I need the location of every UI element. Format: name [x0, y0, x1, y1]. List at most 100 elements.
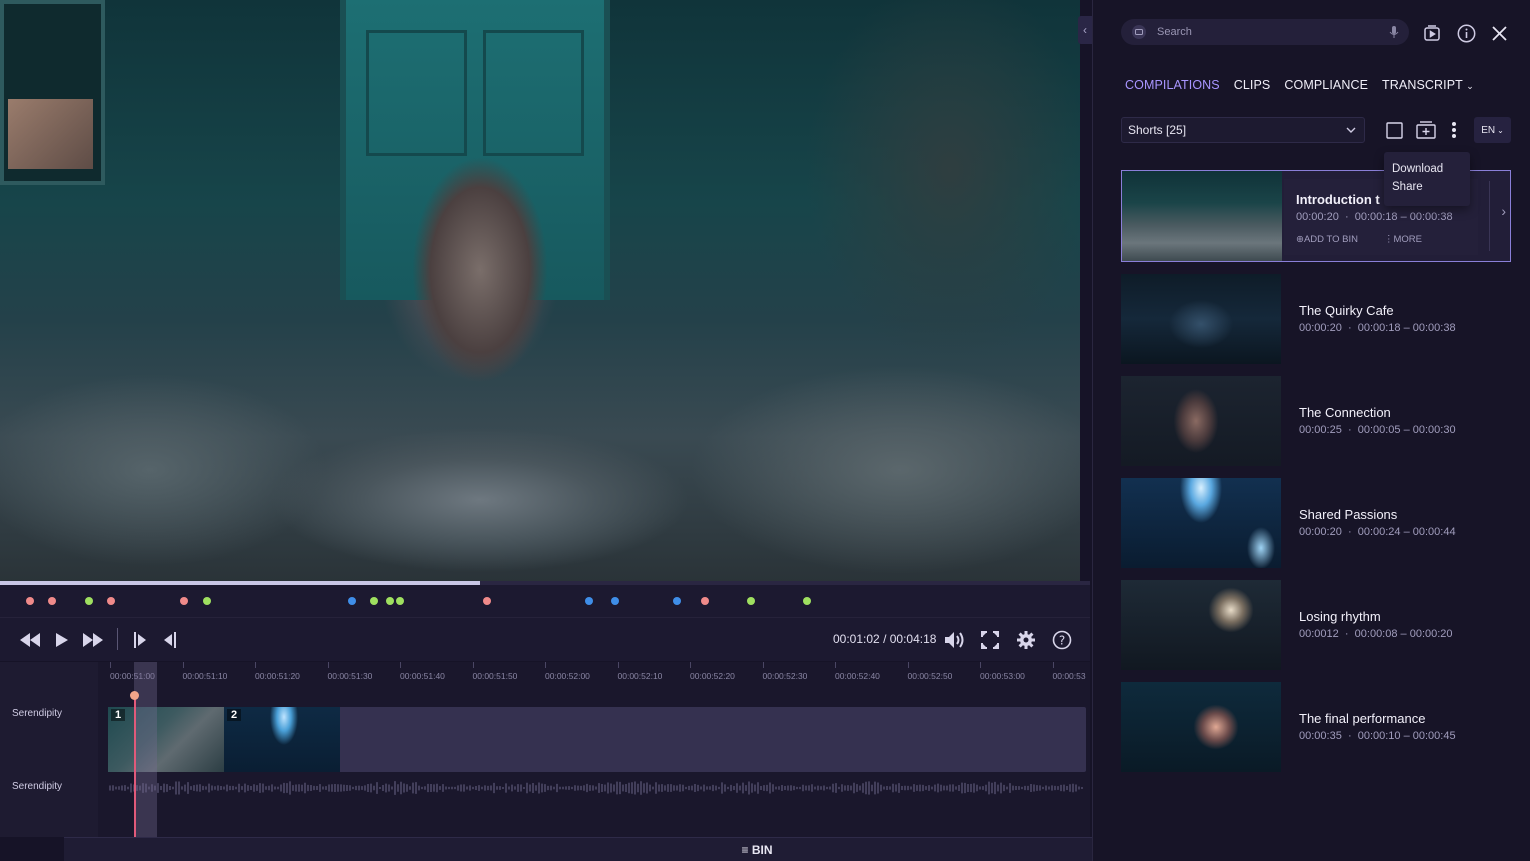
help-button[interactable]: ? [1049, 628, 1075, 652]
video-track-label: Serendipity [12, 708, 63, 719]
panel-tabs: COMPILATIONS CLIPS COMPLIANCE TRANSCRIPT… [1125, 78, 1474, 92]
ruler-tick-label: 00:00:52:00 [545, 662, 590, 681]
media-library-icon [1424, 25, 1440, 41]
video-preview[interactable] [0, 0, 1080, 582]
compilation-times: 00:00:20 · 00:00:18 – 00:00:38 [1299, 322, 1456, 334]
info-icon [1457, 24, 1475, 42]
compilation-actions: ⊕ADD TO BIN ⋮MORE [1296, 234, 1422, 245]
volume-button[interactable] [942, 628, 968, 652]
time-readout: 00:01:02 / 00:04:18 [833, 632, 936, 646]
compilation-thumbnail [1122, 171, 1282, 261]
compilation-title: The Connection [1299, 405, 1391, 420]
list-item[interactable]: Shared Passions 00:00:20 · 00:00:24 – 00… [1121, 476, 1511, 578]
ruler-tick-label: 00:00:52:30 [762, 662, 808, 681]
timeline-marker[interactable] [585, 597, 594, 605]
mark-out-icon [164, 632, 176, 648]
ruler-tick-label: 00:00:51:20 [255, 662, 300, 681]
timeline-marker[interactable] [106, 597, 115, 605]
close-button[interactable] [1488, 22, 1510, 44]
timeline-clip[interactable]: 1 [108, 707, 224, 772]
timeline-marker[interactable] [385, 597, 394, 605]
timeline-marker[interactable] [47, 597, 56, 605]
add-folder-icon [1416, 121, 1436, 139]
add-to-bin-toolbar-button[interactable] [1415, 119, 1437, 141]
fullscreen-button[interactable] [977, 628, 1003, 652]
audio-waveform[interactable] [108, 780, 1086, 796]
microphone-icon[interactable] [1389, 25, 1399, 39]
search-input[interactable] [1155, 25, 1389, 39]
tab-compliance[interactable]: COMPLIANCE [1284, 78, 1368, 92]
rewind-icon [20, 633, 40, 647]
menu-item-share[interactable]: Share [1384, 178, 1470, 196]
timeline-ruler[interactable]: 00:00:51:00 00:00:51:10 00:00:51:20 00:00:5… [108, 662, 1088, 690]
volume-icon [945, 632, 964, 648]
timeline[interactable]: Serendipity Serendipity 00:00:51:00 00:00… [0, 662, 1090, 837]
tab-compilations[interactable]: COMPILATIONS [1125, 78, 1220, 92]
compilation-range: 00:00:18 – 00:00:38 [1354, 211, 1453, 223]
media-library-button[interactable] [1421, 22, 1443, 44]
mark-in-button[interactable] [127, 628, 153, 652]
list-item[interactable]: The final performance 00:00:35 · 00:00:1… [1121, 680, 1511, 782]
play-button[interactable] [49, 628, 75, 652]
timeline-marker[interactable] [202, 597, 211, 605]
ruler-tick-label: 00:00:51:40 [400, 662, 445, 681]
collapse-panel-button[interactable]: ‹ [1078, 16, 1092, 44]
timeline-marker[interactable] [482, 597, 491, 605]
compilation-select[interactable]: Shorts [25] [1121, 117, 1365, 143]
fast-forward-icon [83, 633, 103, 647]
more-link[interactable]: ⋮MORE [1384, 234, 1422, 245]
timeline-marker[interactable] [700, 597, 709, 605]
info-button[interactable] [1455, 22, 1477, 44]
playhead-range [134, 662, 157, 837]
timeline-marker[interactable] [746, 597, 755, 605]
compilation-duration: 00:00:35 [1299, 730, 1342, 742]
ruler-tick-label: 00:00:52:10 [617, 662, 663, 681]
compilation-duration: 00:0012 [1299, 628, 1339, 640]
compilation-range: 00:00:24 – 00:00:44 [1357, 526, 1456, 538]
compilation-title: Losing rhythm [1299, 609, 1381, 624]
list-item[interactable]: The Quirky Cafe 00:00:20 · 00:00:18 – 00… [1121, 272, 1511, 374]
fast-forward-button[interactable] [80, 628, 106, 652]
timeline-clip[interactable]: 2 [224, 707, 340, 772]
language-value: EN [1481, 124, 1496, 136]
timeline-marker[interactable] [611, 597, 620, 605]
more-options-button[interactable] [1443, 119, 1465, 141]
timeline-marker[interactable] [369, 597, 378, 605]
playhead[interactable] [134, 692, 136, 837]
video-track[interactable]: 1 2 [108, 707, 1086, 772]
tab-clips[interactable]: CLIPS [1234, 78, 1271, 92]
timeline-marker[interactable] [26, 597, 35, 605]
list-item[interactable]: Losing rhythm 00:0012 · 00:00:08 – 00:00… [1121, 578, 1511, 680]
ruler-tick-label: 00:00:52:40 [835, 662, 880, 681]
rewind-button[interactable] [17, 628, 43, 652]
compilation-times: 00:00:20 · 00:00:18 – 00:00:38 [1296, 211, 1453, 223]
add-to-bin-link[interactable]: ⊕ADD TO BIN [1296, 234, 1358, 245]
list-item[interactable]: The Connection 00:00:25 · 00:00:05 – 00:… [1121, 374, 1511, 476]
playhead-handle[interactable] [130, 691, 139, 700]
settings-button[interactable] [1013, 628, 1039, 652]
timeline-marker[interactable] [347, 597, 356, 605]
chevron-down-icon: ⌄ [1466, 81, 1474, 91]
compilation-thumbnail [1121, 682, 1281, 772]
chevron-right-icon[interactable]: › [1501, 203, 1506, 219]
menu-item-download[interactable]: Download [1384, 160, 1470, 178]
gear-icon [1017, 631, 1035, 649]
compilation-title: Introduction t [1296, 192, 1380, 207]
more-options-menu: Download Share [1384, 152, 1470, 206]
compilation-times: 00:00:35 · 00:00:10 – 00:00:45 [1299, 730, 1456, 742]
duration: 00:04:18 [889, 632, 937, 646]
timeline-marker[interactable] [395, 597, 404, 605]
timeline-marker[interactable] [85, 597, 94, 605]
select-checkbox[interactable] [1383, 119, 1405, 141]
language-select[interactable]: EN ⌄ [1474, 117, 1511, 143]
close-icon [1491, 25, 1507, 41]
ruler-tick-label: 00:00:51:50 [472, 662, 518, 681]
mark-out-button[interactable] [157, 628, 183, 652]
timeline-marker[interactable] [672, 597, 681, 605]
tab-transcript[interactable]: TRANSCRIPT ⌄ [1382, 78, 1474, 92]
mark-in-icon [134, 632, 146, 648]
timeline-marker[interactable] [803, 597, 812, 605]
compilation-range: 00:00:18 – 00:00:38 [1357, 322, 1456, 334]
timeline-marker[interactable] [179, 597, 188, 605]
ruler-tick-label: 00:00:53:00 [980, 662, 1025, 681]
